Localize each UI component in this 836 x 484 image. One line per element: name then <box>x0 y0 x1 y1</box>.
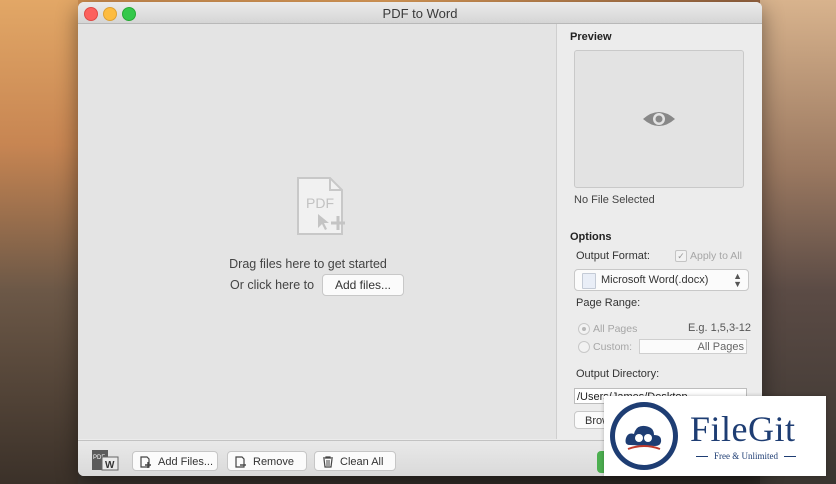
filegit-name: FileGit <box>690 409 796 449</box>
pdf-add-icon: PDF <box>297 177 345 235</box>
right-panel: Preview No File Selected Options Output … <box>557 24 762 439</box>
remove-button[interactable]: Remove <box>227 451 307 471</box>
window-title: PDF to Word <box>382 6 458 21</box>
page-range-example: E.g. 1,5,3-12 <box>688 322 751 334</box>
clean-all-button-label: Clean All <box>340 456 384 468</box>
chevron-updown-icon: ▲ ▼ <box>733 271 742 289</box>
options-heading: Options <box>570 231 612 243</box>
filegit-watermark: FileGit Free & Unlimited <box>604 396 826 476</box>
filegit-tagline: Free & Unlimited <box>714 451 778 461</box>
file-drop-zone[interactable]: PDF Drag files here to get started Or cl… <box>78 24 557 439</box>
svg-text:PDF: PDF <box>306 195 334 211</box>
filegit-logo-icon <box>610 402 678 470</box>
add-files-inline-button[interactable]: Add files... <box>322 274 404 296</box>
drag-files-text: Drag files here to get started <box>229 257 387 271</box>
output-format-value: Microsoft Word(.docx) <box>601 274 709 286</box>
preview-pane <box>574 50 744 188</box>
all-pages-radio[interactable] <box>578 323 590 335</box>
word-doc-icon <box>582 273 596 289</box>
output-format-select[interactable]: Microsoft Word(.docx) ▲ ▼ <box>574 269 749 291</box>
preview-heading: Preview <box>570 31 612 43</box>
svg-text:W: W <box>105 460 115 471</box>
custom-pages-input[interactable]: All Pages <box>639 339 747 354</box>
remove-button-label: Remove <box>253 456 294 468</box>
custom-pages-radio[interactable] <box>578 341 590 353</box>
titlebar: PDF to Word <box>78 2 762 24</box>
desktop-wallpaper-left <box>0 0 78 484</box>
tagline-divider-right <box>784 456 796 457</box>
click-here-text: Or click here to <box>230 278 315 292</box>
remove-file-icon <box>235 456 246 468</box>
clean-all-button[interactable]: Clean All <box>314 451 396 471</box>
apply-to-all-checkbox[interactable]: ✓ <box>675 250 687 262</box>
add-file-icon <box>140 456 151 468</box>
add-files-button-label: Add Files... <box>158 456 214 468</box>
page-range-label: Page Range: <box>576 297 641 309</box>
trash-icon <box>323 456 333 468</box>
add-files-button[interactable]: Add Files... <box>132 451 218 471</box>
output-format-label: Output Format: <box>576 250 650 262</box>
eye-icon <box>643 112 675 126</box>
all-pages-label: All Pages <box>593 323 638 335</box>
output-directory-label: Output Directory: <box>576 368 660 380</box>
apply-to-all-label: Apply to All <box>690 250 742 262</box>
preview-status: No File Selected <box>574 194 655 206</box>
cloud-icon <box>625 425 662 450</box>
custom-pages-label: Custom: <box>593 341 633 353</box>
pdf-to-word-logo-icon: PDF W <box>92 450 119 471</box>
